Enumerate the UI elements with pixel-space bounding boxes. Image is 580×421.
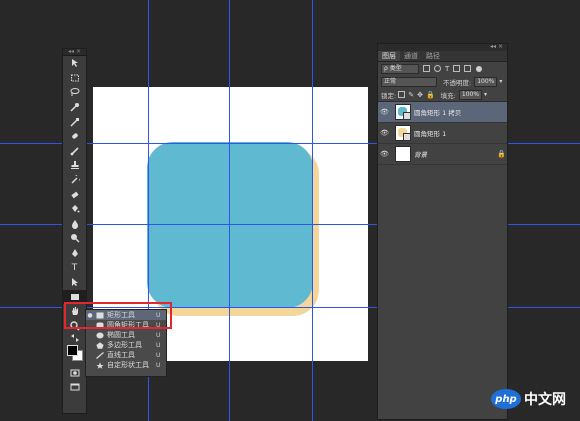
- eraser-tool-icon[interactable]: [63, 187, 86, 202]
- blur-tool-icon[interactable]: [63, 217, 86, 232]
- filter-toggle-icon[interactable]: [476, 65, 483, 72]
- polygon-icon: [94, 341, 106, 349]
- type-tool-glyph: T: [71, 262, 78, 273]
- guide-vertical[interactable]: [229, 0, 230, 421]
- toolbox-header[interactable]: ◂◂ ×: [63, 49, 86, 56]
- layer-name: 圆角矩形 1: [414, 130, 447, 138]
- layer-name: 圆角矩形 1 拷贝: [414, 109, 462, 117]
- tab-channels[interactable]: 通道: [400, 51, 422, 61]
- opacity-label: 不透明度:: [443, 78, 472, 87]
- opacity-field[interactable]: 100%: [474, 76, 498, 87]
- guide-vertical[interactable]: [312, 0, 313, 421]
- spot-healing-tool-icon[interactable]: [63, 129, 86, 144]
- lock-row: 锁定: ✎ ✥ 🔒 填充: 100% ▾: [378, 88, 507, 102]
- fill-dropdown-icon[interactable]: ▾: [484, 91, 487, 98]
- lock-label: 锁定:: [381, 91, 397, 100]
- quick-mask-icon[interactable]: [63, 365, 86, 380]
- flyout-item-custom-shape[interactable]: 自定形状工具 U: [86, 360, 166, 370]
- watermark-logo: php 中文网: [491, 386, 571, 412]
- tab-layers[interactable]: 图层: [378, 51, 400, 61]
- line-icon: [94, 351, 106, 359]
- lasso-tool-icon[interactable]: [63, 85, 86, 100]
- layers-panel: ◂◂ × 图层 通道 路径 ρ 类型 T 正常 不透明度: 100% ▾ 锁定:…: [377, 43, 508, 420]
- flyout-shortcut: U: [156, 331, 161, 339]
- visibility-eye-icon[interactable]: 👁: [378, 129, 391, 137]
- flyout-label: 直线工具: [107, 351, 135, 359]
- highlight-annotation-box: [64, 302, 172, 329]
- panel-top-controls[interactable]: ◂◂ ×: [378, 44, 507, 51]
- layer-row[interactable]: 👁 圆角矩形 1 拷贝: [378, 102, 507, 123]
- lock-position-icon[interactable]: ✥: [417, 91, 423, 99]
- blend-mode-select[interactable]: 正常: [381, 76, 437, 87]
- foreground-color[interactable]: [67, 345, 78, 357]
- quick-select-tool-icon[interactable]: [63, 100, 86, 115]
- brush-tool-icon[interactable]: [63, 144, 86, 159]
- flyout-label: 椭圆工具: [107, 331, 135, 339]
- marquee-tool-icon[interactable]: [63, 71, 86, 86]
- opacity-dropdown-icon[interactable]: ▾: [499, 78, 502, 85]
- flyout-label: 自定形状工具: [107, 361, 149, 369]
- path-select-tool-icon[interactable]: [63, 275, 86, 290]
- ellipse-icon: [94, 332, 106, 339]
- lock-icon: 🔒: [497, 150, 506, 158]
- paint-bucket-tool-icon[interactable]: [63, 202, 86, 217]
- flyout-shortcut: U: [156, 341, 161, 349]
- tab-paths[interactable]: 路径: [422, 51, 444, 61]
- lock-pixels-icon[interactable]: ✎: [408, 91, 414, 99]
- flyout-item-line[interactable]: 直线工具 U: [86, 350, 166, 360]
- flyout-item-ellipse[interactable]: 椭圆工具 U: [86, 330, 166, 340]
- flyout-shortcut: U: [156, 351, 161, 359]
- watermark-text: 中文网: [524, 392, 566, 408]
- lock-all-icon[interactable]: 🔒: [426, 91, 435, 99]
- php-logo-oval: php: [491, 389, 521, 409]
- visibility-eye-icon[interactable]: 👁: [378, 108, 391, 116]
- fill-field[interactable]: 100%: [458, 89, 483, 100]
- visibility-eye-icon[interactable]: 👁: [378, 150, 391, 158]
- layer-thumbnail: [395, 146, 411, 162]
- filter-type-select[interactable]: ρ 类型: [381, 63, 419, 74]
- flyout-label: 多边形工具: [107, 341, 142, 349]
- type-tool-icon[interactable]: T: [63, 260, 86, 275]
- move-tool-icon[interactable]: [63, 56, 86, 71]
- pen-tool-icon[interactable]: [63, 246, 86, 261]
- custom-shape-icon: [94, 361, 106, 369]
- panel-tabs: 图层 通道 路径: [378, 51, 507, 62]
- shape-filter-icon[interactable]: [453, 65, 461, 72]
- tools-panel: ◂◂ × T: [62, 48, 87, 414]
- smart-object-filter-icon[interactable]: [464, 65, 472, 72]
- lock-transparent-icon[interactable]: [398, 91, 406, 98]
- eyedropper-tool-icon[interactable]: [63, 114, 86, 129]
- type-filter-icon[interactable]: T: [445, 65, 449, 73]
- swap-colors-icon[interactable]: [63, 333, 86, 343]
- color-swatches[interactable]: [63, 343, 86, 365]
- layer-thumbnail: [395, 125, 411, 141]
- adjustment-filter-icon[interactable]: [434, 65, 441, 72]
- filter-row: ρ 类型 T: [378, 62, 507, 75]
- pixel-filter-icon[interactable]: [423, 65, 430, 72]
- rounded-rect-copy-shape[interactable]: [147, 142, 313, 308]
- fill-label: 填充:: [440, 91, 456, 100]
- flyout-item-polygon[interactable]: 多边形工具 U: [86, 340, 166, 350]
- clone-stamp-tool-icon[interactable]: [63, 158, 86, 173]
- layer-row[interactable]: 👁 背景 🔒: [378, 144, 507, 165]
- flyout-shortcut: U: [156, 361, 161, 369]
- layer-name: 背景: [414, 151, 427, 159]
- dodge-tool-icon[interactable]: [63, 231, 86, 246]
- history-brush-tool-icon[interactable]: [63, 173, 86, 188]
- layer-row[interactable]: 👁 圆角矩形 1: [378, 123, 507, 144]
- screen-mode-icon[interactable]: [63, 380, 86, 395]
- layer-thumbnail: [395, 104, 411, 120]
- blend-row: 正常 不透明度: 100% ▾: [378, 75, 507, 88]
